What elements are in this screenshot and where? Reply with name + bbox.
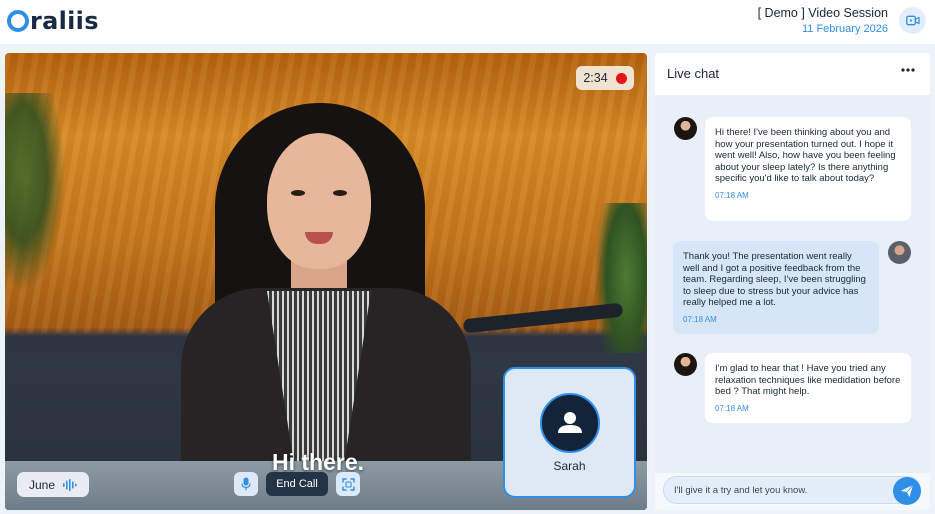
send-icon [901,484,914,497]
user-avatar [888,241,911,264]
chat-message: Thank you! The presentation went really … [673,241,879,334]
person-mouth [305,232,333,244]
audio-wave-icon [63,478,77,491]
chat-message: I'm glad to hear that ! Have you tried a… [705,353,911,423]
message-text: I'm glad to hear that ! Have you tried a… [715,363,901,398]
message-time: 07:18 AM [715,190,749,200]
chat-messages: Hi there! I've been thinking about you a… [655,95,930,473]
send-button[interactable] [893,477,921,505]
end-call-button[interactable]: End Call [266,472,328,496]
logo-mark [7,10,29,32]
video-camera-icon [905,15,920,26]
message-time: 07:18 AM [715,403,749,413]
person-eye [291,190,305,196]
therapist-avatar [674,117,697,140]
message-time: 07:18 AM [683,314,717,324]
self-view-tile[interactable]: Sarah [503,367,636,498]
logo-text: raliis [30,7,99,35]
chat-title: Live chat [667,66,720,81]
therapist-avatar [674,353,697,376]
fullscreen-icon [341,477,355,491]
participant-avatar [540,393,600,453]
recording-timer: 2:34 [576,66,634,90]
speaker-name: June [29,477,56,492]
user-icon [558,412,582,433]
background-plant [5,93,65,293]
more-horizontal-icon[interactable] [901,63,915,81]
microphone-button[interactable] [234,472,258,496]
session-date: 11 February 2026 [801,23,888,35]
person-face [267,133,371,269]
speaker-name-chip: June [17,472,89,497]
fullscreen-button[interactable] [336,472,360,496]
top-header: raliis [ Demo ] Video Session 11 Februar… [0,0,935,44]
message-text: Hi there! I've been thinking about you a… [715,127,896,185]
live-chat-panel: Live chat Hi there! I've been thinking a… [655,53,930,510]
chat-message-input[interactable] [674,483,884,498]
chat-input-container [663,476,921,504]
chat-header: Live chat [655,53,930,95]
chat-message: Hi there! I've been thinking about you a… [705,117,911,221]
timer-text: 2:34 [583,71,608,85]
message-text: Thank you! The presentation went really … [683,251,866,309]
participant-name: Sarah [553,459,586,473]
session-title: [ Demo ] Video Session [757,6,888,20]
microphone-icon [241,477,251,491]
video-session-button[interactable] [899,7,926,34]
session-info: [ Demo ] Video Session 11 February 2026 [758,6,888,36]
recording-dot-icon [615,72,627,84]
logo[interactable]: raliis [7,6,99,36]
person-eye [333,190,347,196]
